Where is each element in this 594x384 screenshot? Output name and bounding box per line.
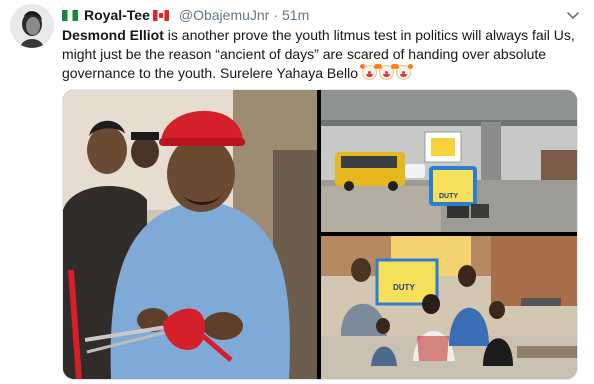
stall-sign-text: DUTY bbox=[439, 193, 458, 200]
timestamp[interactable]: 51m bbox=[282, 7, 309, 23]
separator-dot: · bbox=[273, 7, 279, 23]
mention-desmond-elliot[interactable]: Desmond Elliot bbox=[62, 27, 164, 43]
clown-face-icon bbox=[376, 64, 396, 80]
tweet-header: Royal-Tee @ObajemuJnr · 51m bbox=[62, 6, 584, 24]
display-name[interactable]: Royal-Tee bbox=[84, 7, 150, 23]
avatar[interactable] bbox=[10, 4, 54, 48]
canada-flag-icon bbox=[152, 9, 169, 21]
tweet[interactable]: Royal-Tee @ObajemuJnr · 51m Desmond Elli… bbox=[0, 0, 594, 384]
media-grid: DUTY DUTY bbox=[62, 89, 578, 380]
stall-sign-text: DUTY bbox=[393, 283, 415, 292]
photo-crowd-at-stall[interactable]: DUTY bbox=[321, 236, 577, 379]
chevron-down-icon[interactable] bbox=[566, 8, 580, 22]
user-handle[interactable]: @ObajemuJnr bbox=[179, 7, 269, 23]
tweet-text: Desmond Elliot is another prove the yout… bbox=[62, 26, 582, 83]
emoji-group bbox=[359, 64, 413, 81]
photo-ribbon-cutting[interactable] bbox=[63, 90, 317, 379]
nigeria-flag-icon bbox=[62, 9, 78, 21]
clown-face-icon bbox=[393, 64, 413, 80]
clown-face-icon bbox=[359, 64, 379, 80]
photo-stall-under-bridge[interactable]: DUTY bbox=[321, 90, 577, 232]
